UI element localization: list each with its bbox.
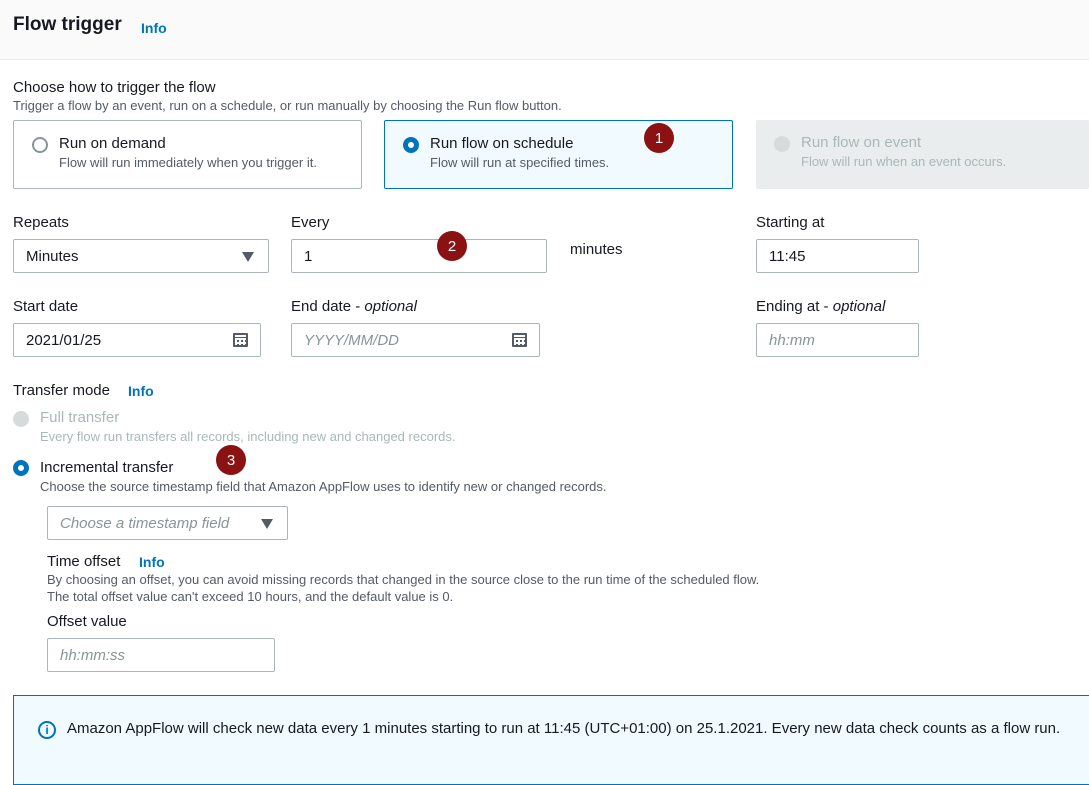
starting-at-label: Starting at (756, 214, 825, 231)
tile-run-on-demand[interactable]: Run on demand Flow will run immediately … (13, 120, 362, 189)
repeats-value: Minutes (26, 247, 79, 265)
info-icon: i (38, 721, 56, 739)
notice-text: Amazon AppFlow will check new data every… (67, 720, 1061, 737)
time-offset-description-1: By choosing an offset, you can avoid mis… (47, 572, 760, 587)
offset-value-input[interactable]: hh:mm:ss (47, 638, 275, 672)
transfer-mode-info-link[interactable]: Info (128, 383, 154, 399)
full-transfer-title: Full transfer (40, 409, 120, 426)
section-header: Flow trigger Info (0, 0, 1089, 60)
start-date-input[interactable]: 2021/01/25 (13, 323, 261, 357)
repeats-label: Repeats (13, 214, 69, 231)
incremental-transfer-title: Incremental transfer (40, 459, 174, 476)
incremental-transfer-description: Choose the source timestamp field that A… (40, 479, 607, 494)
tile-title: Run flow on schedule (430, 135, 574, 152)
header-info-link[interactable]: Info (141, 20, 167, 36)
tile-run-on-event: Run flow on event Flow will run when an … (756, 120, 1089, 189)
starting-at-value: 11:45 (769, 247, 806, 265)
time-offset-info-link[interactable]: Info (139, 554, 165, 570)
tile-title: Run flow on event (801, 134, 922, 151)
ending-at-input[interactable]: hh:mm (756, 323, 919, 357)
trigger-title: Choose how to trigger the flow (13, 79, 216, 96)
annotation-badge-1: 1 (644, 123, 674, 153)
tile-title: Run on demand (59, 135, 166, 152)
offset-value-placeholder: hh:mm:ss (60, 646, 126, 664)
radio-run-on-event (774, 136, 790, 152)
section-title: Flow trigger (13, 14, 122, 35)
every-unit: minutes (570, 241, 623, 258)
trigger-description: Trigger a flow by an event, run on a sch… (13, 98, 562, 113)
start-date-value: 2021/01/25 (26, 331, 102, 349)
every-input[interactable]: 1 (291, 239, 547, 273)
end-date-placeholder: YYYY/MM/DD (304, 331, 400, 349)
tile-run-on-schedule[interactable]: Run flow on schedule Flow will run at sp… (384, 120, 733, 189)
transfer-mode-label: Transfer mode (13, 382, 110, 399)
end-date-input[interactable]: YYYY/MM/DD (291, 323, 540, 357)
radio-incremental-transfer[interactable] (13, 460, 29, 476)
end-date-label: End date - optional (291, 298, 417, 315)
time-offset-description-2: The total offset value can't exceed 10 h… (47, 589, 454, 604)
tile-description: Flow will run immediately when you trigg… (59, 155, 317, 170)
info-notice: i Amazon AppFlow will check new data eve… (13, 695, 1089, 785)
tile-description: Flow will run at specified times. (430, 155, 610, 170)
timestamp-field-select[interactable]: Choose a timestamp field (47, 506, 288, 540)
calendar-icon[interactable] (233, 333, 248, 347)
offset-value-label: Offset value (47, 613, 127, 630)
full-transfer-description: Every flow run transfers all records, in… (40, 429, 456, 444)
every-label: Every (291, 214, 330, 231)
every-value: 1 (304, 247, 313, 265)
annotation-badge-3: 3 (216, 445, 246, 475)
radio-full-transfer (13, 411, 29, 427)
ending-at-label: Ending at - optional (756, 298, 886, 315)
radio-run-on-demand[interactable] (32, 137, 48, 153)
repeats-select[interactable]: Minutes (13, 239, 269, 273)
timestamp-placeholder: Choose a timestamp field (60, 514, 230, 532)
ending-at-placeholder: hh:mm (769, 331, 815, 349)
caret-down-icon (242, 252, 254, 262)
starting-at-input[interactable]: 11:45 (756, 239, 919, 273)
tile-description: Flow will run when an event occurs. (801, 154, 1007, 169)
calendar-icon[interactable] (512, 333, 527, 347)
radio-run-on-schedule[interactable] (403, 137, 419, 153)
caret-down-icon (261, 519, 273, 529)
start-date-label: Start date (13, 298, 79, 315)
time-offset-label: Time offset (47, 553, 121, 570)
annotation-badge-2: 2 (437, 231, 467, 261)
